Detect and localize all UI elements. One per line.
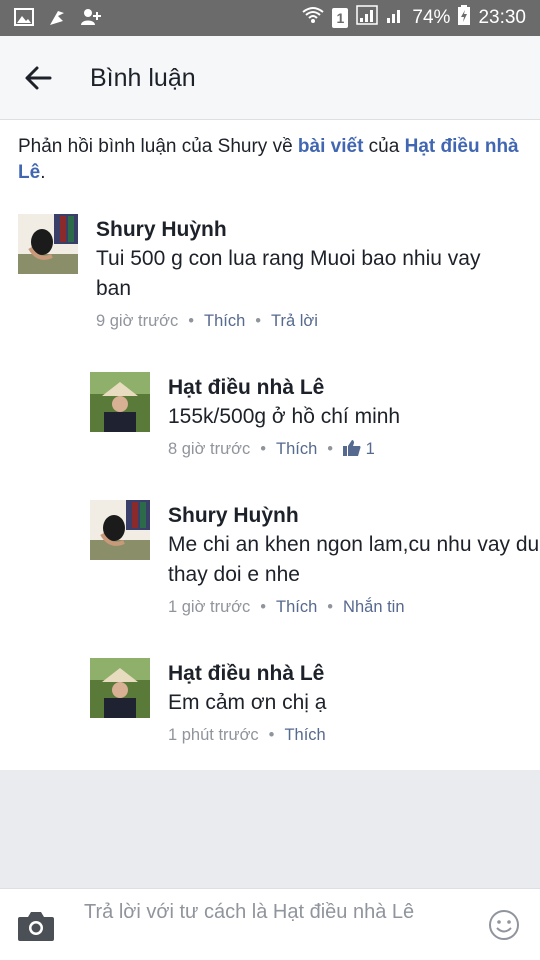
reply-composer: Trả lời với tư cách là Hạt điều nhà Lê bbox=[0, 888, 540, 960]
comment-time: 9 giờ trước bbox=[96, 312, 179, 330]
like-link[interactable]: Thích bbox=[276, 598, 317, 616]
comment-meta: 9 giờ trước • Thích • Trả lời bbox=[96, 312, 318, 330]
signal-bars-icon bbox=[386, 6, 404, 30]
like-count[interactable]: 1 bbox=[366, 440, 375, 458]
like-link[interactable]: Thích bbox=[276, 440, 317, 458]
sim-indicator: 1 bbox=[332, 8, 349, 28]
status-bar-system: 1 74% 23:30 bbox=[302, 0, 526, 36]
reply-context: Phản hồi bình luận của Shury về bài viết… bbox=[18, 134, 523, 186]
back-button[interactable] bbox=[22, 62, 62, 94]
signal-icon bbox=[356, 5, 379, 31]
battery-percent: 74% bbox=[412, 7, 451, 28]
reply-link[interactable]: Trả lời bbox=[271, 312, 318, 330]
smiley-icon bbox=[488, 910, 520, 945]
message-link[interactable]: Nhắn tin bbox=[343, 598, 404, 616]
reply-input[interactable]: Trả lời với tư cách là Hạt điều nhà Lê bbox=[84, 899, 464, 926]
avatar[interactable] bbox=[90, 500, 150, 560]
comment-text: Me chi an khen ngon lam,cu nhu vay dung … bbox=[168, 533, 540, 586]
comment-time: 1 phút trước bbox=[168, 726, 259, 744]
camera-icon bbox=[16, 912, 56, 947]
like-link[interactable]: Thích bbox=[204, 312, 245, 330]
comment-meta: 8 giờ trước • Thích • 1 bbox=[168, 440, 375, 458]
post-link[interactable]: bài viết bbox=[298, 136, 363, 157]
wifi-icon bbox=[302, 6, 325, 30]
empty-area bbox=[0, 770, 540, 888]
comment-text: Tui 500 g con lua rang Muoi bao nhiu vay… bbox=[96, 247, 481, 300]
add-friend-icon bbox=[80, 8, 102, 31]
comment-time: 1 giờ trước bbox=[168, 598, 251, 616]
app-bar: Bình luận bbox=[0, 36, 540, 120]
comment-author[interactable]: Hạt điều nhà Lê bbox=[168, 660, 540, 688]
battery-icon bbox=[458, 5, 471, 31]
comment-body: Hạt điều nhà Lê Em cảm ơn chị ạ 1 phút t… bbox=[168, 660, 540, 745]
avatar[interactable] bbox=[90, 372, 150, 432]
avatar[interactable] bbox=[18, 214, 78, 274]
comment-body: Shury Huỳnh Tui 500 g con lua rang Muoi … bbox=[96, 216, 516, 331]
comment-meta: 1 phút trước • Thích bbox=[168, 726, 326, 744]
comment-text: 155k/500g ở hồ chí minh bbox=[168, 405, 401, 428]
like-link[interactable]: Thích bbox=[284, 726, 325, 744]
comment-author[interactable]: Hạt điều nhà Lê bbox=[168, 374, 540, 402]
thumbs-up-icon bbox=[343, 440, 361, 458]
clock: 23:30 bbox=[478, 7, 526, 28]
emoji-button[interactable] bbox=[488, 909, 520, 941]
context-prefix: Phản hồi bình luận của Shury về bbox=[18, 136, 298, 157]
status-bar: 1 74% 23:30 bbox=[0, 0, 540, 36]
context-suffix: . bbox=[40, 162, 46, 183]
avatar[interactable] bbox=[90, 658, 150, 718]
comment-time: 8 giờ trước bbox=[168, 440, 251, 458]
image-icon bbox=[14, 8, 34, 31]
status-bar-notifications bbox=[14, 8, 102, 31]
comment-author[interactable]: Shury Huỳnh bbox=[168, 502, 540, 530]
context-middle: của bbox=[363, 136, 405, 157]
comments-panel: Phản hồi bình luận của Shury về bài viết… bbox=[0, 120, 540, 770]
flag-icon bbox=[48, 8, 66, 31]
camera-button[interactable] bbox=[16, 909, 56, 943]
comment-body: Shury Huỳnh Me chi an khen ngon lam,cu n… bbox=[168, 502, 540, 617]
page-title: Bình luận bbox=[90, 64, 196, 92]
back-arrow-icon bbox=[22, 66, 54, 98]
comment-body: Hạt điều nhà Lê 155k/500g ở hồ chí minh … bbox=[168, 374, 540, 459]
comment-author[interactable]: Shury Huỳnh bbox=[96, 216, 516, 244]
comment-text: Em cảm ơn chị ạ bbox=[168, 691, 327, 714]
comment-meta: 1 giờ trước • Thích • Nhắn tin bbox=[168, 598, 405, 616]
